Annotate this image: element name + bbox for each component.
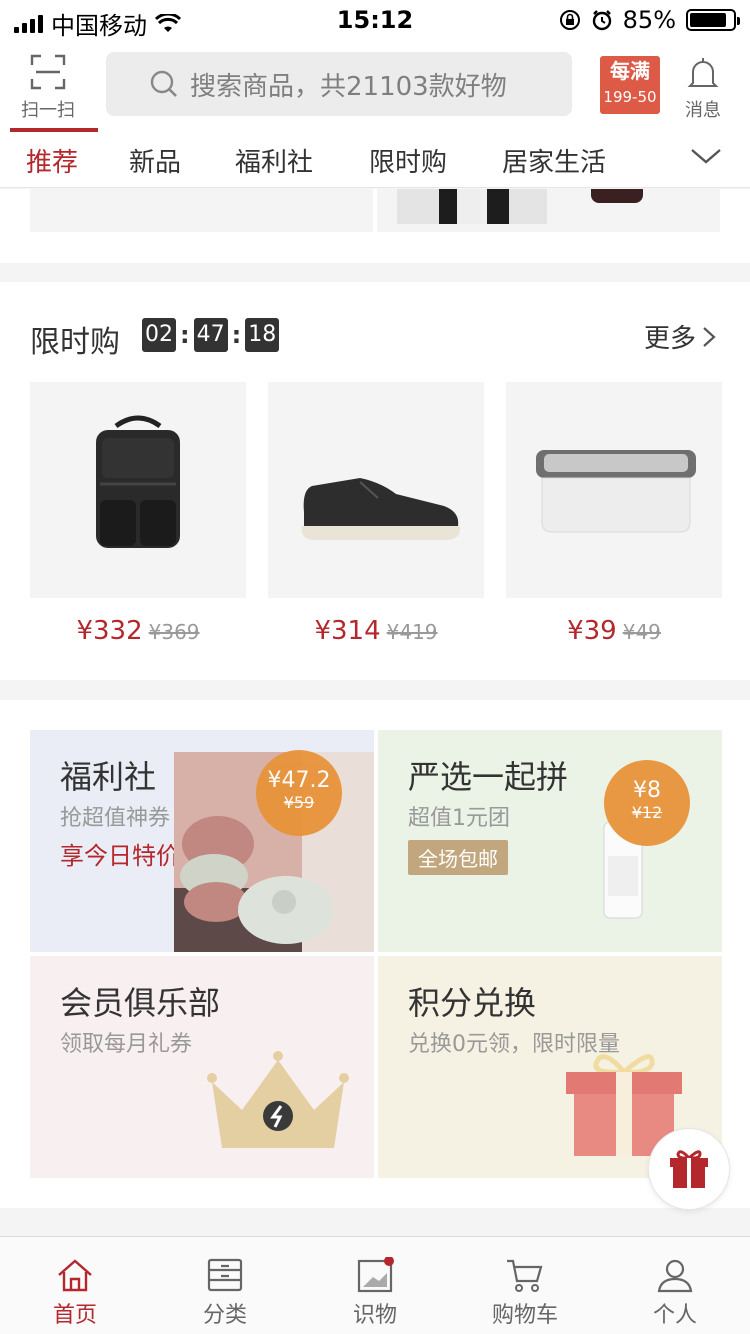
category-tabs: 推荐 新品 福利社 限时购 居家生活 (0, 136, 750, 188)
tabbar-cart[interactable]: 购物车 (450, 1257, 600, 1329)
welfare-title: 福利社 (60, 758, 157, 796)
group-buy-original: ¥12 (631, 803, 663, 822)
discover-icon (357, 1257, 394, 1293)
price-original: ¥419 (386, 620, 438, 644)
status-right: 85% (559, 6, 740, 34)
product-card-backpack[interactable] (30, 382, 246, 598)
home-icon (58, 1259, 92, 1292)
top-card-right[interactable] (377, 189, 720, 232)
scan-button[interactable]: 扫一扫 (16, 54, 80, 122)
member-club-tile[interactable]: 会员俱乐部 领取每月礼券 (30, 956, 374, 1178)
price-current: ¥314 (314, 616, 381, 646)
tab-home-living[interactable]: 居家生活 (502, 142, 606, 179)
member-club-subtitle: 领取每月礼券 (60, 1032, 193, 1057)
welfare-price-badge: ¥47.2 ¥59 (256, 750, 342, 836)
flash-sale-title: 限时购 (30, 325, 120, 360)
chevron-down-icon[interactable] (690, 146, 722, 166)
price-original: ¥369 (148, 620, 200, 644)
tabbar-home-label: 首页 (52, 1303, 97, 1328)
scan-icon (30, 54, 66, 90)
search-icon (150, 70, 177, 97)
search-input[interactable]: 搜索商品，共21103款好物 (106, 52, 572, 116)
alarm-icon (592, 10, 611, 31)
welfare-tile[interactable]: 福利社 抢超值神券 享今日特价 ¥47.2 ¥59 (30, 730, 374, 952)
backpack-image (96, 415, 180, 548)
price-original: ¥49 (622, 620, 661, 644)
tabbar-category-label: 分类 (202, 1303, 247, 1328)
member-club-title: 会员俱乐部 (60, 984, 221, 1022)
rotation-lock-icon (559, 10, 580, 30)
price-current: ¥39 (567, 616, 617, 646)
price-current: ¥332 (76, 616, 143, 646)
tabbar-category[interactable]: 分类 (150, 1257, 300, 1329)
crown-icon (207, 1051, 349, 1148)
flash-sale-section: 限时购 02 : 47 : 18 更多 ¥332 ¥369 ¥314 ¥419 … (0, 282, 750, 680)
scan-label: 扫一扫 (21, 100, 75, 121)
product-price-backpack: ¥332 ¥369 (30, 616, 246, 646)
product-price-storage-box: ¥39 ¥49 (506, 616, 722, 646)
group-buy-title: 严选一起拼 (408, 758, 569, 796)
feature-grid: 福利社 抢超值神券 享今日特价 ¥47.2 ¥59 严选一起拼 超值1元团 全场… (0, 700, 750, 1208)
product-card-shoe[interactable] (268, 382, 484, 598)
welfare-highlight: 享今日特价 (60, 842, 180, 870)
timer-hours: 02 (142, 318, 176, 352)
search-placeholder: 搜索商品，共21103款好物 (190, 71, 507, 102)
bottle-photo (591, 189, 643, 203)
status-bar: 中国移动 15:12 85% (0, 0, 750, 40)
welfare-subtitle: 抢超值神券 (60, 806, 171, 831)
promo-badge[interactable]: 每满 199-50 (600, 56, 660, 114)
battery-fill (690, 13, 726, 27)
tab-welfare[interactable]: 福利社 (235, 142, 313, 179)
welfare-original: ¥59 (283, 793, 315, 812)
bottom-tab-bar: 首页 分类 识物 购物车 个人 (0, 1236, 750, 1334)
profile-icon (657, 1259, 693, 1293)
chevron-right-icon (703, 326, 716, 347)
tabbar-discover[interactable]: 识物 (300, 1257, 450, 1329)
group-buy-tile[interactable]: 严选一起拼 超值1元团 全场包邮 ¥8 ¥12 (378, 730, 722, 952)
top-cards-area (0, 189, 750, 263)
bell-icon (687, 58, 719, 87)
tab-new[interactable]: 新品 (129, 142, 181, 179)
product-price-shoe: ¥314 ¥419 (268, 616, 484, 646)
tab-recommend[interactable]: 推荐 (26, 142, 78, 179)
gift-icon (670, 1150, 708, 1188)
timer-minutes: 47 (193, 318, 228, 352)
model-photo (397, 189, 547, 224)
gift-floating-button[interactable] (648, 1128, 730, 1210)
tabbar-profile[interactable]: 个人 (600, 1257, 750, 1329)
more-label: 更多 (644, 324, 697, 354)
message-label: 消息 (685, 100, 721, 121)
shoe-image (301, 478, 461, 540)
points-exchange-title: 积分兑换 (408, 984, 537, 1022)
free-shipping-tag: 全场包邮 (408, 840, 508, 875)
tabbar-cart-label: 购物车 (491, 1303, 558, 1328)
storage-box-image (536, 450, 696, 533)
active-tab-indicator (10, 128, 98, 132)
promo-line1: 每满 (610, 59, 650, 83)
product-card-storage-box[interactable] (506, 382, 722, 598)
battery-icon (686, 9, 740, 31)
timer-seconds: 18 (245, 318, 280, 352)
cart-icon (507, 1259, 543, 1292)
tab-flash-sale[interactable]: 限时购 (369, 142, 447, 179)
message-button[interactable]: 消息 (676, 56, 730, 122)
tabbar-profile-label: 个人 (652, 1303, 697, 1328)
tabbar-discover-label: 识物 (352, 1303, 397, 1328)
tabbar-home[interactable]: 首页 (0, 1257, 150, 1329)
group-buy-price-badge: ¥8 ¥12 (604, 760, 690, 846)
group-buy-price: ¥8 (633, 778, 661, 803)
battery-percent: 85% (622, 6, 676, 34)
top-card-left[interactable] (30, 189, 373, 232)
welfare-price: ¥47.2 (267, 768, 331, 793)
category-icon (207, 1258, 243, 1292)
group-buy-subtitle: 超值1元团 (408, 806, 510, 831)
promo-line2: 199-50 (603, 88, 657, 106)
more-link[interactable]: 更多 (644, 318, 716, 355)
countdown-timer: 02 : 47 : 18 (142, 318, 280, 352)
app-header: 扫一扫 搜索商品，共21103款好物 每满 199-50 消息 推荐 新品 福利… (0, 40, 750, 188)
